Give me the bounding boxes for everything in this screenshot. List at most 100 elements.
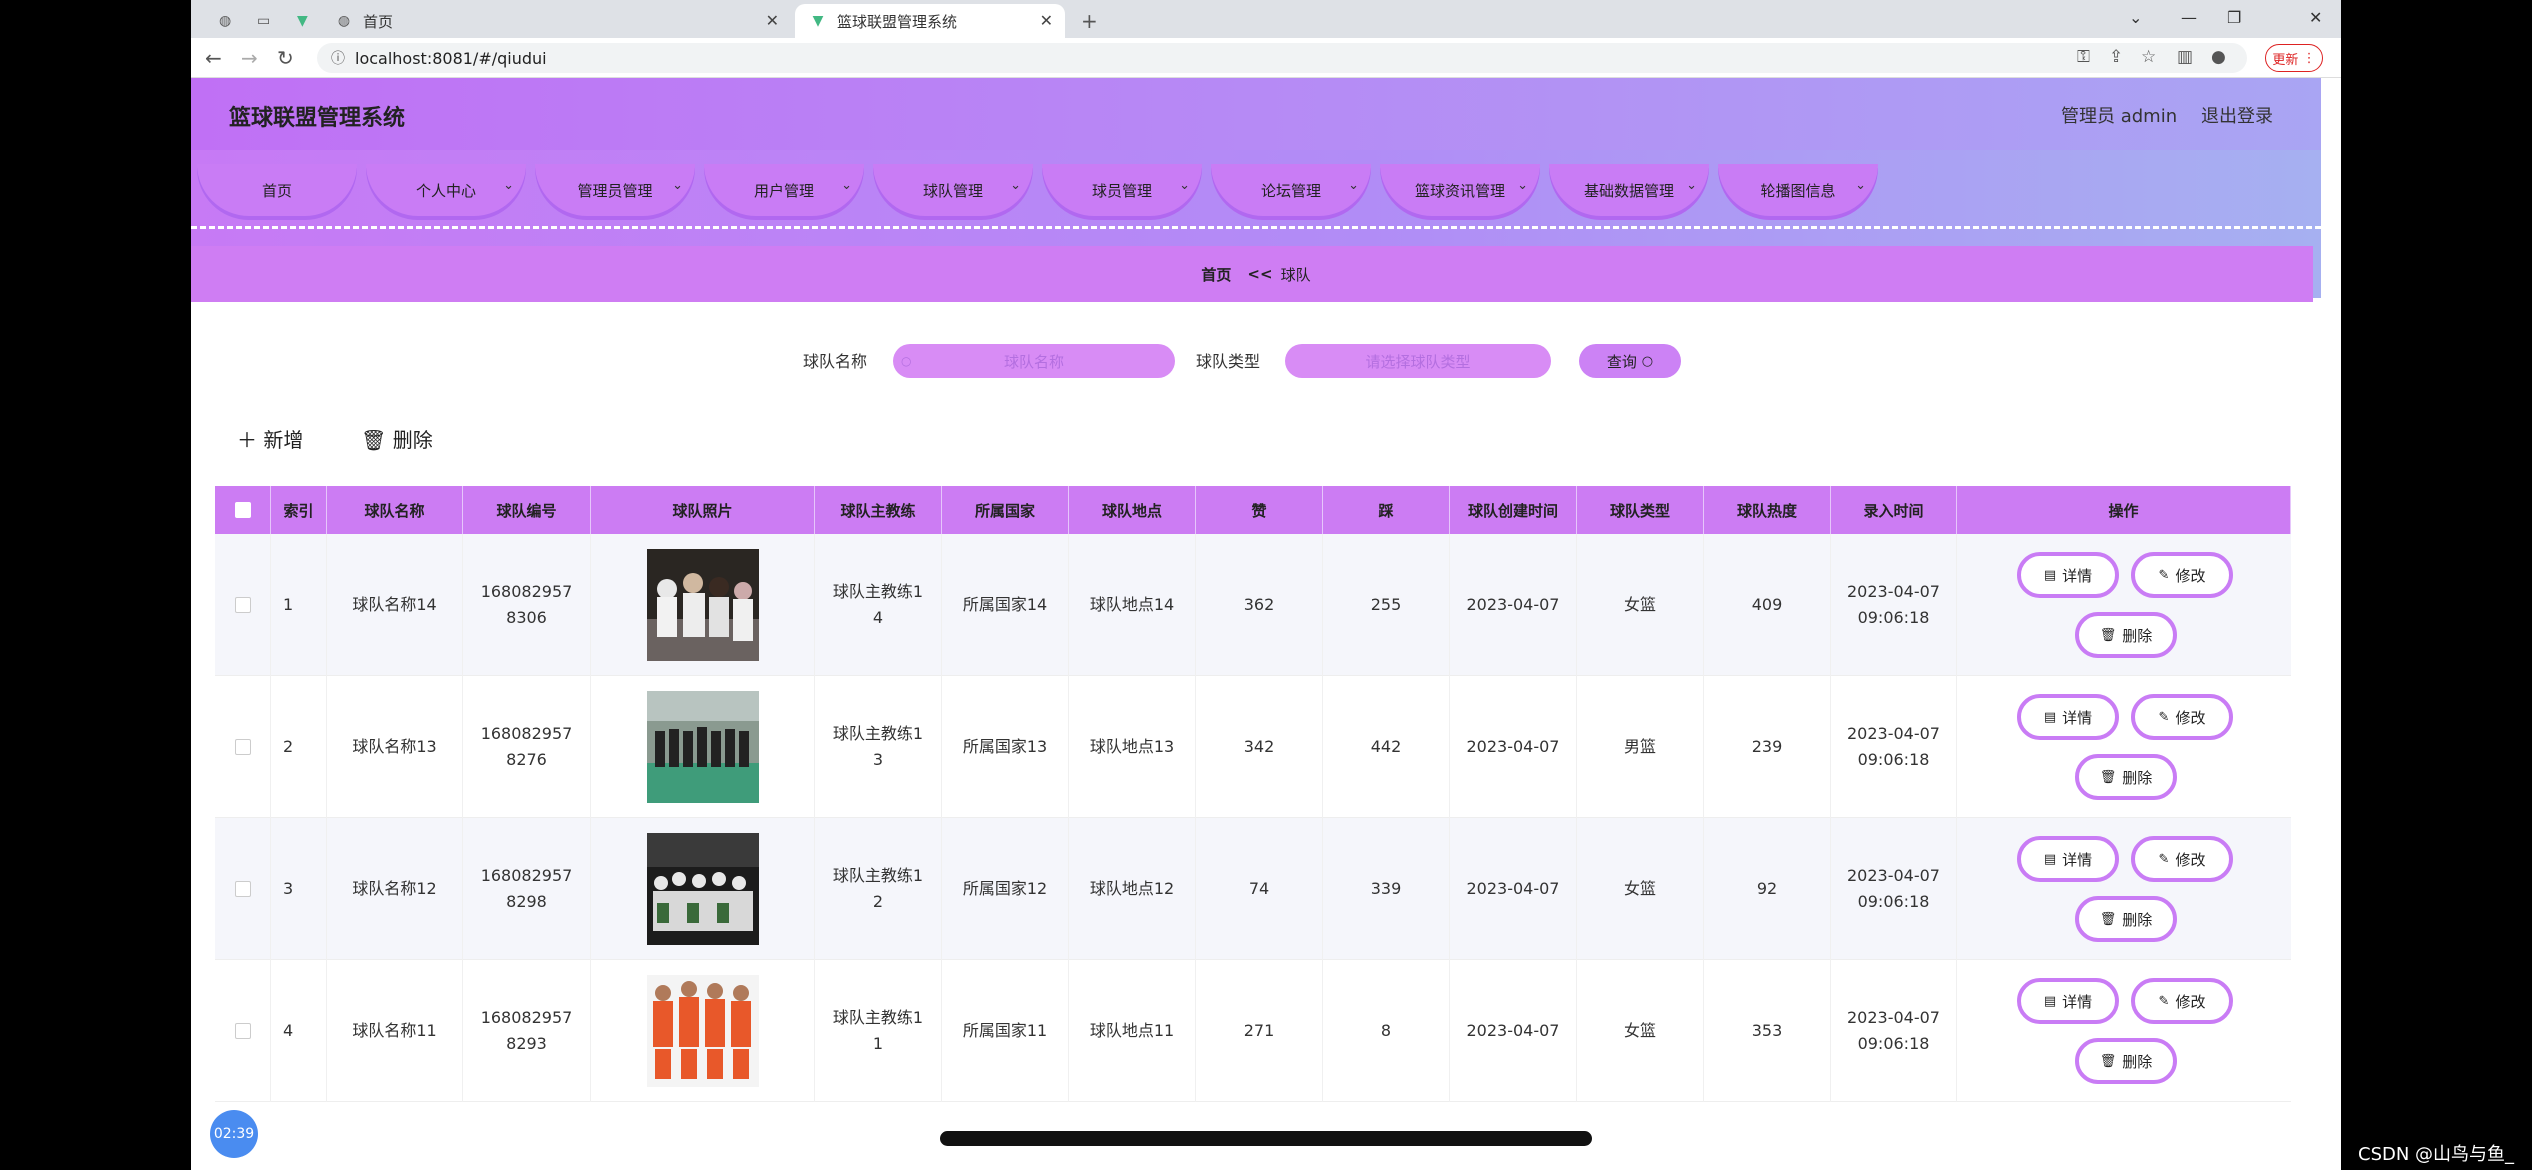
detail-button[interactable]: ▤ 详情 xyxy=(2017,694,2119,740)
close-window-icon[interactable]: ✕ xyxy=(2309,0,2322,34)
cell-text: 442 xyxy=(1370,737,1402,756)
row-checkbox[interactable] xyxy=(215,960,271,1102)
team-photo-cell xyxy=(591,534,815,676)
tab-home[interactable]: ◍ 首页 ✕ xyxy=(321,4,791,38)
delete-button[interactable]: 🗑 删除 xyxy=(2075,612,2177,658)
delete-label: 删除 xyxy=(2122,768,2153,787)
cell-index: 2 xyxy=(271,676,327,818)
edit-button[interactable]: ✎ 修改 xyxy=(2131,552,2233,598)
cell-heat: 92 xyxy=(1704,818,1831,960)
reload-icon[interactable]: ↻ xyxy=(277,46,294,70)
row-checkbox[interactable] xyxy=(215,534,271,676)
detail-button[interactable]: ▤ 详情 xyxy=(2017,978,2119,1024)
cell-text: 239 xyxy=(1751,737,1783,756)
cell-code: 1680829578293 xyxy=(463,960,591,1102)
share-icon[interactable]: ⇪ xyxy=(2109,47,2123,67)
delete-button[interactable]: 🗑 删除 xyxy=(2075,754,2177,800)
team-type-placeholder: 请选择球队类型 xyxy=(1365,352,1471,371)
row-checkbox[interactable] xyxy=(215,676,271,818)
cell-text: 2023-04-07 09:06:18 xyxy=(1847,582,1940,627)
logout-link[interactable]: 退出登录 xyxy=(2201,102,2273,128)
table-row: 1 球队名称14 1680829578306 球队主教练14 所属国家14 球队地点14 3… xyxy=(215,534,2291,676)
edit-button[interactable]: ✎ 修改 xyxy=(2131,694,2233,740)
update-button[interactable]: 更新 ⋮ xyxy=(2265,44,2323,72)
breadcrumb-current: 球队 xyxy=(1280,265,1311,284)
new-tab-button[interactable]: + xyxy=(1067,4,1098,38)
team-photo-cell xyxy=(591,960,815,1102)
tab-pinned-blank[interactable]: ▭ xyxy=(243,4,273,38)
team-photo xyxy=(646,691,759,803)
column-header: 所属国家 xyxy=(942,486,1069,534)
column-header: 球队热度 xyxy=(1704,486,1831,534)
cell-text: 2023-04-07 xyxy=(1466,1021,1560,1040)
detail-button[interactable]: ▤ 详情 xyxy=(2017,552,2119,598)
column-header: 索引 xyxy=(271,486,327,534)
cell-text: 球队地点14 xyxy=(1089,595,1175,614)
cell-likes: 342 xyxy=(1196,676,1323,818)
tab-pinned-globe[interactable]: ◍ xyxy=(205,4,235,38)
detail-button[interactable]: ▤ 详情 xyxy=(2017,836,2119,882)
checkbox-box xyxy=(234,597,251,613)
team-type-select[interactable]: 请选择球队类型 xyxy=(1285,344,1551,378)
back-icon[interactable]: ← xyxy=(205,46,222,70)
key-icon[interactable]: ⚿ xyxy=(2077,47,2090,67)
tab-search-icon[interactable]: ⌄ xyxy=(2129,0,2142,34)
app-title: 篮球联盟管理系统 xyxy=(229,106,406,131)
edit-button[interactable]: ✎ 修改 xyxy=(2131,978,2233,1024)
menu-item-label: 管理员管理 xyxy=(577,181,653,200)
sidebar-icon[interactable]: ▥ xyxy=(2177,47,2193,67)
restore-icon[interactable]: ❐ xyxy=(2227,0,2241,34)
tab-pinned-vue[interactable]: ▼ xyxy=(283,4,313,38)
detail-label: 详情 xyxy=(2062,708,2093,727)
edit-button[interactable]: ✎ 修改 xyxy=(2131,836,2233,882)
dashed-divider xyxy=(191,226,2321,229)
cell-place: 球队地点13 xyxy=(1069,676,1196,818)
delete-button[interactable]: 🗑 删除 xyxy=(2075,896,2177,942)
forward-icon[interactable]: → xyxy=(241,46,258,70)
tab-active[interactable]: ▼ 篮球联盟管理系统 ✕ xyxy=(795,4,1065,38)
chevron-down-icon: ⌄ xyxy=(1010,178,1021,193)
edit-label: 修改 xyxy=(2175,566,2206,585)
close-tab-icon[interactable]: ✕ xyxy=(1040,11,1053,30)
star-icon[interactable]: ☆ xyxy=(2141,47,2156,67)
cell-text: 所属国家13 xyxy=(962,737,1048,756)
url-field[interactable]: ⓘ localhost:8081/#/qiudui xyxy=(317,43,2247,73)
search-icon: ○ xyxy=(1641,353,1654,369)
team-photo xyxy=(646,549,759,661)
bulk-delete-label: 删除 xyxy=(392,428,433,452)
detail-label: 详情 xyxy=(2062,566,2093,585)
bulk-delete-button[interactable]: 🗑 删除 xyxy=(361,424,433,453)
cell-text: 球队名称11 xyxy=(352,1021,437,1040)
breadcrumb-home[interactable]: 首页 xyxy=(1201,264,1231,285)
minimize-icon[interactable]: — xyxy=(2181,0,2197,34)
row-checkbox[interactable] xyxy=(215,818,271,960)
cell-text: 女篮 xyxy=(1623,879,1656,898)
add-button[interactable]: ＋ 新增 xyxy=(237,424,303,453)
cell-heat: 353 xyxy=(1704,960,1831,1102)
cell-type: 女篮 xyxy=(1577,534,1704,676)
team-name-input[interactable]: ○ 球队名称 xyxy=(893,344,1175,378)
cell-created: 2023-04-07 xyxy=(1450,818,1577,960)
cell-text: 球队地点13 xyxy=(1089,737,1175,756)
cell-coach: 球队主教练13 xyxy=(815,676,942,818)
cell-country: 所属国家12 xyxy=(942,818,1069,960)
cell-entered: 2023-04-07 09:06:18 xyxy=(1831,818,1957,960)
delete-button[interactable]: 🗑 删除 xyxy=(2075,1038,2177,1084)
close-tab-icon[interactable]: ✕ xyxy=(766,11,779,30)
team-photo-cell xyxy=(591,676,815,818)
column-header: 踩 xyxy=(1323,486,1450,534)
column-header: 录入时间 xyxy=(1831,486,1957,534)
delete-icon: 🗑 xyxy=(2099,911,2117,927)
team-name-label: 球队名称 xyxy=(803,352,868,371)
query-button[interactable]: 查询 ○ xyxy=(1579,344,1681,378)
plus-icon: ＋ xyxy=(237,428,257,452)
cell-text: 339 xyxy=(1370,879,1402,898)
cell-dislikes: 442 xyxy=(1323,676,1450,818)
profile-icon[interactable]: ● xyxy=(2211,47,2226,67)
select-all-checkbox[interactable] xyxy=(215,486,271,534)
breadcrumb-separator: << xyxy=(1247,265,1273,283)
cell-coach: 球队主教练14 xyxy=(815,534,942,676)
add-label: 新增 xyxy=(263,428,304,452)
cell-name: 球队名称12 xyxy=(327,818,463,960)
query-label: 查询 xyxy=(1606,352,1637,371)
